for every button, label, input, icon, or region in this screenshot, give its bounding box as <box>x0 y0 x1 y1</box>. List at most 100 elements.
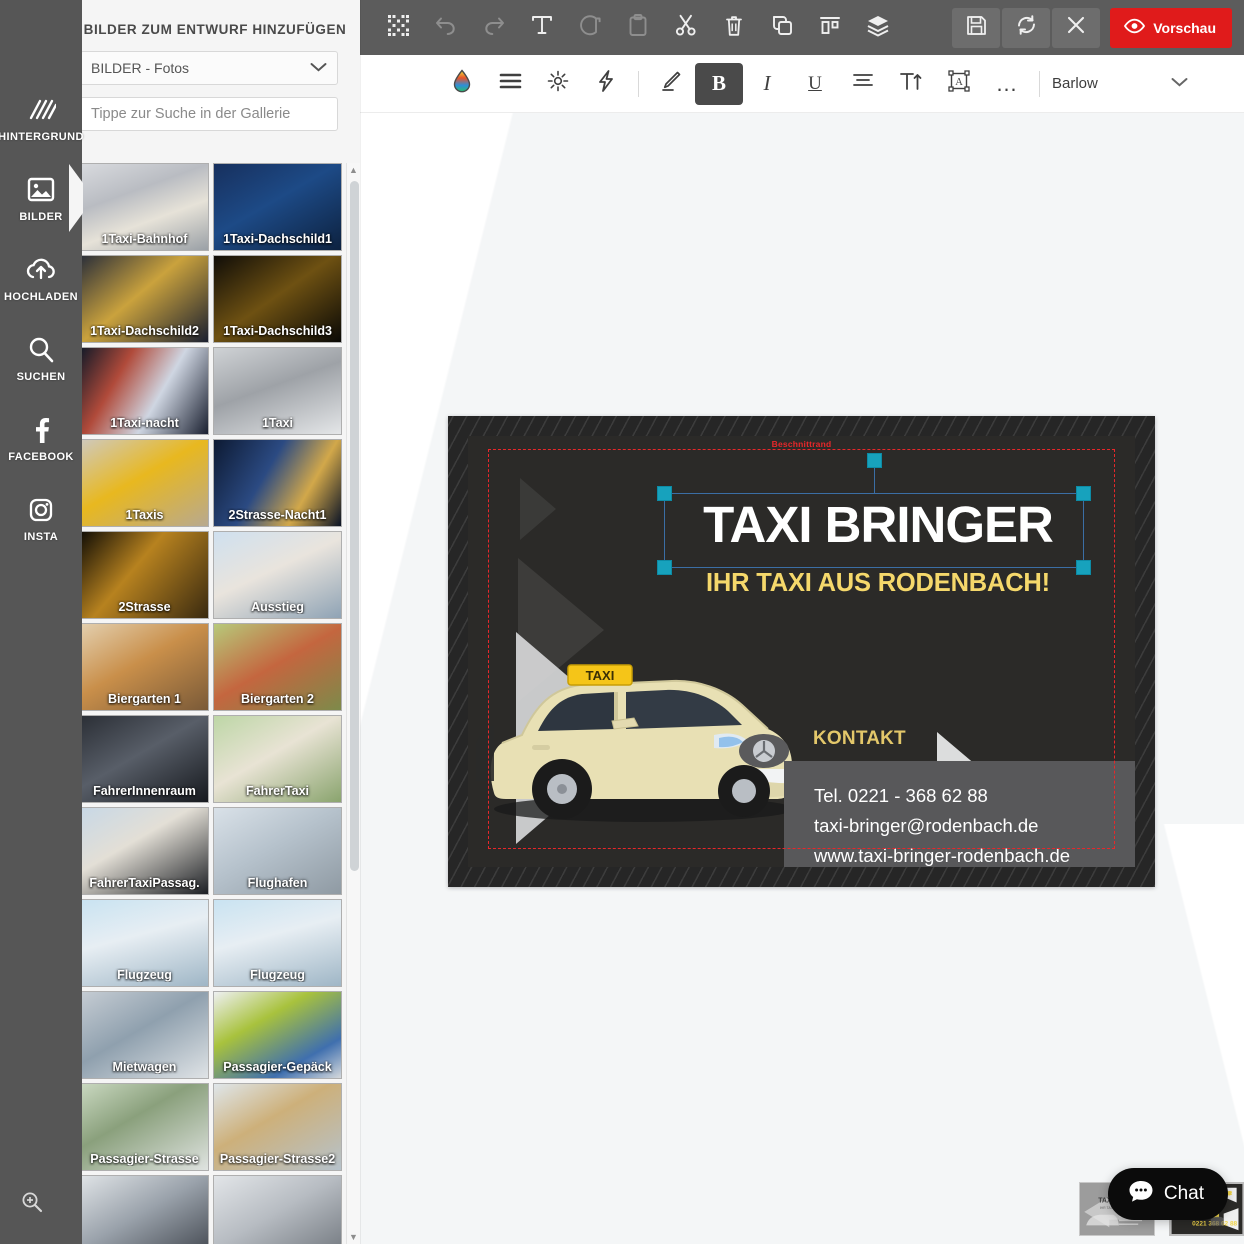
gallery-item[interactable]: 2Strasse-Nacht1 <box>213 439 342 527</box>
category-select-value: BILDER - Fotos <box>91 60 190 76</box>
gallery-item[interactable]: Biergarten 2 <box>213 623 342 711</box>
gallery-item[interactable]: 1Taxi-Dachschild1 <box>213 163 342 251</box>
sidebar-item-label: INSTA <box>23 531 59 543</box>
sidebar-item-label: FACEBOOK <box>8 451 74 463</box>
gallery-item[interactable]: Passagier-Strasse <box>80 1083 209 1171</box>
gallery-item[interactable]: 2Strasse <box>80 531 209 619</box>
gallery-item[interactable]: 1Taxi-Bahnhof <box>80 163 209 251</box>
gallery-item[interactable]: Passagier-Strasse2 <box>213 1083 342 1171</box>
font-size-icon <box>900 70 922 97</box>
gallery-item[interactable]: Passagier-Gepäck <box>213 991 342 1079</box>
qr-code-button[interactable] <box>374 8 422 48</box>
layers-button[interactable] <box>854 8 902 48</box>
bold-button[interactable]: B <box>695 62 743 105</box>
gallery-item-label: FahrerInnenraum <box>93 784 196 798</box>
sidebar-item-hochladen[interactable]: HOCHLADEN <box>0 238 82 318</box>
edit-pencil-icon <box>660 70 682 97</box>
underline-icon: U <box>808 72 822 94</box>
gallery-item[interactable]: Flughafen <box>213 807 342 895</box>
gallery-item[interactable]: Flugzeug <box>80 899 209 987</box>
delete-icon <box>724 14 744 42</box>
svg-text:TAXI: TAXI <box>586 668 615 683</box>
gallery-item-label: FahrerTaxi <box>246 784 309 798</box>
zoom-in-button[interactable] <box>14 1186 50 1222</box>
chat-bubble-icon <box>1128 1179 1154 1209</box>
gallery-item[interactable]: Biergarten 1 <box>80 623 209 711</box>
undo-icon <box>434 14 458 41</box>
gallery-item-label: Passagier-Strasse <box>90 1152 199 1166</box>
font-size-button[interactable] <box>887 63 935 105</box>
gallery-scroll-area[interactable]: 1Taxi-Bahnhof 1Taxi-Dachschild1 1Taxi-Dach… <box>80 163 348 1244</box>
effect-button[interactable] <box>582 63 630 105</box>
sidebar-item-hintergrund[interactable]: HINTERGRUND <box>0 78 83 158</box>
kontakt-label[interactable]: KONTAKT <box>813 728 906 750</box>
chat-widget-label: Chat <box>1163 1183 1204 1204</box>
gallery-item-image <box>214 1176 341 1244</box>
edit-pencil-button[interactable] <box>647 63 695 105</box>
gallery-item[interactable]: 1Taxis <box>80 439 209 527</box>
brightness-button[interactable] <box>534 63 582 105</box>
gallery-item[interactable]: FahrerTaxiPassag. <box>80 807 209 895</box>
gallery-item-image <box>81 1176 208 1244</box>
save-icon <box>966 15 987 41</box>
sidebar-item-suchen[interactable]: SUCHEN <box>0 318 82 398</box>
refresh-button[interactable] <box>1002 7 1051 48</box>
gallery-item[interactable]: Mietwagen <box>80 991 209 1079</box>
italic-button[interactable]: I <box>743 63 791 105</box>
canvas-stage[interactable]: TAXI TAXI BRINGER IHR TAXI AUS RODENBACH… <box>360 113 1244 1244</box>
scroll-up-icon[interactable]: ▲ <box>347 163 360 177</box>
design-artboard[interactable]: TAXI TAXI BRINGER IHR TAXI AUS RODENBACH… <box>468 436 1135 867</box>
gallery-scrollbar[interactable]: ▲ ▼ <box>346 163 360 1244</box>
svg-text:A: A <box>955 77 963 88</box>
design-card[interactable]: TAXI TAXI BRINGER IHR TAXI AUS RODENBACH… <box>448 416 1155 887</box>
preview-button[interactable]: Vorschau <box>1110 7 1232 48</box>
scroll-down-icon[interactable]: ▼ <box>347 1230 360 1244</box>
gallery-item[interactable]: Ausstieg <box>213 531 342 619</box>
taxi-car-image[interactable]: TAXI <box>476 623 806 835</box>
gallery-item-label: 1Taxi-Dachschild1 <box>223 232 332 246</box>
gallery-item-label: Ausstieg <box>251 600 304 614</box>
search-input[interactable] <box>80 97 338 131</box>
color-picker-button[interactable] <box>438 63 486 105</box>
shape-tool-button[interactable] <box>566 8 614 48</box>
text-tool-button[interactable] <box>518 8 566 48</box>
zoom-in-icon <box>20 1190 44 1219</box>
paste-icon <box>628 13 648 42</box>
gallery-item[interactable]: 1Taxi-Dachschild2 <box>80 255 209 343</box>
sidebar-item-bilder[interactable]: BILDER <box>0 158 82 238</box>
contact-panel[interactable]: Tel. 0221 - 368 62 88 taxi-bringer@roden… <box>784 761 1135 867</box>
gallery-item-label: 1Taxis <box>125 508 164 522</box>
close-button[interactable] <box>1052 7 1101 48</box>
more-options-button[interactable]: … <box>983 63 1031 105</box>
text-align-button[interactable] <box>839 63 887 105</box>
gallery-item[interactable]: 1Taxi <box>213 347 342 435</box>
text-box-button[interactable]: A <box>935 63 983 105</box>
gallery-item[interactable]: 1Taxi-nacht <box>80 347 209 435</box>
font-family-select[interactable]: Barlow <box>1048 66 1198 102</box>
delete-button[interactable] <box>710 8 758 48</box>
gallery-item[interactable] <box>80 1175 209 1244</box>
sidebar-item-facebook[interactable]: FACEBOOK <box>0 398 82 478</box>
paste-button[interactable] <box>614 8 662 48</box>
align-button[interactable] <box>806 8 854 48</box>
duplicate-button[interactable] <box>758 8 806 48</box>
scrollbar-thumb[interactable] <box>350 181 359 871</box>
rotate-handle[interactable] <box>867 453 882 468</box>
save-button[interactable] <box>952 7 1001 48</box>
chat-widget-button[interactable]: Chat <box>1107 1168 1228 1220</box>
headline-text[interactable]: TAXI BRINGER <box>668 499 1088 550</box>
gallery-item[interactable] <box>213 1175 342 1244</box>
redo-button[interactable] <box>470 8 518 48</box>
gallery-item[interactable]: Flugzeug <box>213 899 342 987</box>
gallery-item-label: Passagier-Strasse2 <box>219 1152 336 1166</box>
undo-button[interactable] <box>422 8 470 48</box>
category-select[interactable]: BILDER - Fotos <box>80 51 338 85</box>
gallery-item[interactable]: 1Taxi-Dachschild3 <box>213 255 342 343</box>
sidebar-item-insta[interactable]: INSTA <box>0 478 82 558</box>
gallery-item[interactable]: FahrerInnenraum <box>80 715 209 803</box>
subline-text[interactable]: IHR TAXI AUS RODENBACH! <box>648 569 1108 598</box>
gallery-item[interactable]: FahrerTaxi <box>213 715 342 803</box>
line-height-button[interactable] <box>486 63 534 105</box>
underline-button[interactable]: U <box>791 63 839 105</box>
cut-button[interactable] <box>662 8 710 48</box>
